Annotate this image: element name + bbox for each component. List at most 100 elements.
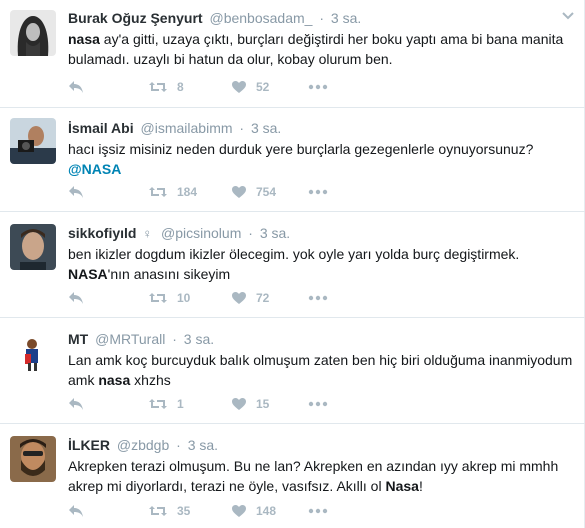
more-icon — [308, 295, 328, 301]
like-button[interactable]: 148 — [231, 501, 276, 521]
separator-dot: · — [176, 437, 181, 453]
tweet-time[interactable]: 3 sa. — [260, 225, 290, 241]
highlighted-keyword[interactable]: nasa — [68, 31, 100, 47]
separator-dot: · — [319, 10, 324, 26]
retweet-count: 8 — [177, 80, 184, 94]
tweet-text-segment: Akrepken terazi olmuşum. Bu ne lan? Akre… — [68, 458, 559, 494]
author-name[interactable]: Burak Oğuz Şenyurt — [68, 10, 203, 26]
retweet-icon — [149, 506, 167, 516]
reply-icon — [69, 292, 83, 304]
tweet-text: hacı işsiz misiniz neden durduk yere bur… — [68, 139, 573, 179]
more-icon — [308, 401, 328, 407]
author-username[interactable]: @zbdgb — [117, 437, 169, 453]
tweet[interactable]: sikkofiyıld ♀ @picsinolum · 3 sa. ben ik… — [0, 212, 585, 318]
more-icon — [308, 84, 328, 90]
like-button[interactable]: 72 — [231, 288, 269, 308]
reply-icon — [69, 81, 83, 93]
retweet-button[interactable]: 1 — [148, 394, 184, 414]
tweet-text: nasa ay'a gitti, uzaya çıktı, burçları d… — [68, 29, 573, 69]
more-button[interactable] — [308, 501, 328, 521]
tweet-text-segment: hacı işsiz misiniz neden durduk yere bur… — [68, 141, 534, 157]
tweet-time[interactable]: 3 sa. — [331, 10, 361, 26]
tweet[interactable]: MT @MRTurall · 3 sa. Lan amk koç burcuyd… — [0, 318, 585, 424]
heart-icon — [232, 186, 246, 198]
more-button[interactable] — [308, 394, 328, 414]
tweet-time[interactable]: 3 sa. — [188, 437, 218, 453]
more-button[interactable] — [308, 288, 328, 308]
author-username[interactable]: @MRTurall — [95, 331, 165, 347]
like-count: 72 — [256, 291, 270, 305]
reply-button[interactable] — [68, 77, 84, 97]
retweet-button[interactable]: 10 — [148, 288, 190, 308]
author-name[interactable]: İsmail Abi — [68, 120, 134, 136]
retweet-icon — [149, 399, 167, 409]
tweet-text-segment: 'nın anasını sikeyim — [107, 266, 231, 282]
more-icon — [308, 189, 328, 195]
author-name[interactable]: MT — [68, 331, 88, 347]
author-username[interactable]: @benbosadam_ — [209, 10, 312, 26]
reply-icon — [69, 505, 83, 517]
heart-icon — [232, 292, 246, 304]
reply-icon — [69, 398, 83, 410]
retweet-button[interactable]: 35 — [148, 501, 190, 521]
reply-button[interactable] — [68, 182, 84, 202]
chevron-down-icon[interactable] — [561, 8, 575, 22]
tweet-actions: 1 15 — [68, 394, 388, 414]
female-symbol-icon: ♀ — [142, 226, 153, 241]
separator-dot: · — [239, 120, 245, 136]
retweet-icon — [149, 293, 167, 303]
retweet-count: 10 — [177, 291, 191, 305]
tweet-actions: 8 52 — [68, 77, 388, 97]
author-username[interactable]: @picsinolum — [161, 225, 241, 241]
tweet-text-segment: ! — [418, 478, 423, 494]
reply-button[interactable] — [68, 288, 84, 308]
avatar[interactable] — [10, 10, 56, 56]
more-button[interactable] — [308, 182, 328, 202]
retweet-icon — [149, 187, 167, 197]
highlighted-keyword[interactable]: NASA — [68, 266, 108, 282]
avatar[interactable] — [10, 224, 56, 270]
like-count: 754 — [256, 185, 277, 199]
author-name[interactable]: İLKER — [68, 437, 110, 453]
tweet-text-segment: ben ikizler dogdum ikizler ölecegim. yok… — [68, 246, 520, 262]
mention-link[interactable]: @NASA — [68, 161, 121, 177]
tweet-text: Lan amk koç burcuyduk balık olmuşum zate… — [68, 350, 573, 390]
reply-button[interactable] — [68, 394, 84, 414]
retweet-count: 184 — [177, 185, 198, 199]
like-button[interactable]: 754 — [231, 182, 276, 202]
retweet-icon — [149, 82, 167, 92]
reply-icon — [69, 186, 83, 198]
tweet[interactable]: Burak Oğuz Şenyurt @benbosadam_ · 3 sa. … — [0, 0, 585, 108]
retweet-count: 35 — [177, 504, 191, 518]
like-count: 148 — [256, 504, 277, 518]
tweet-text-segment: ay'a gitti, uzaya çıktı, burçları değişt… — [68, 31, 564, 67]
retweet-count: 1 — [177, 397, 184, 411]
separator-dot: · — [172, 331, 177, 347]
tweet-time[interactable]: 3 sa. — [251, 120, 281, 136]
highlighted-keyword[interactable]: nasa — [98, 372, 130, 388]
heart-icon — [232, 398, 246, 410]
tweet-actions: 35 148 — [68, 501, 388, 521]
heart-icon — [232, 81, 246, 93]
retweet-button[interactable]: 8 — [148, 77, 184, 97]
retweet-button[interactable]: 184 — [148, 182, 197, 202]
author-username[interactable]: @ismailabimm — [141, 120, 233, 136]
tweet[interactable]: İsmail Abi @ismailabimm · 3 sa. hacı işs… — [0, 108, 585, 212]
tweet[interactable]: İLKER @zbdgb · 3 sa. Akrepken terazi olm… — [0, 424, 585, 528]
like-button[interactable]: 15 — [231, 394, 269, 414]
more-button[interactable] — [308, 77, 328, 97]
tweet-text: Akrepken terazi olmuşum. Bu ne lan? Akre… — [68, 456, 573, 496]
avatar[interactable] — [10, 436, 56, 482]
separator-dot: · — [248, 225, 253, 241]
highlighted-keyword[interactable]: Nasa — [385, 478, 418, 494]
tweet-feed: Burak Oğuz Şenyurt @benbosadam_ · 3 sa. … — [0, 0, 585, 528]
heart-icon — [232, 505, 246, 517]
more-icon — [308, 508, 328, 514]
author-name[interactable]: sikkofiyıld — [68, 225, 136, 241]
like-button[interactable]: 52 — [231, 77, 269, 97]
avatar[interactable] — [10, 330, 56, 376]
like-count: 52 — [256, 80, 270, 94]
tweet-time[interactable]: 3 sa. — [184, 331, 214, 347]
reply-button[interactable] — [68, 501, 84, 521]
avatar[interactable] — [10, 118, 56, 164]
